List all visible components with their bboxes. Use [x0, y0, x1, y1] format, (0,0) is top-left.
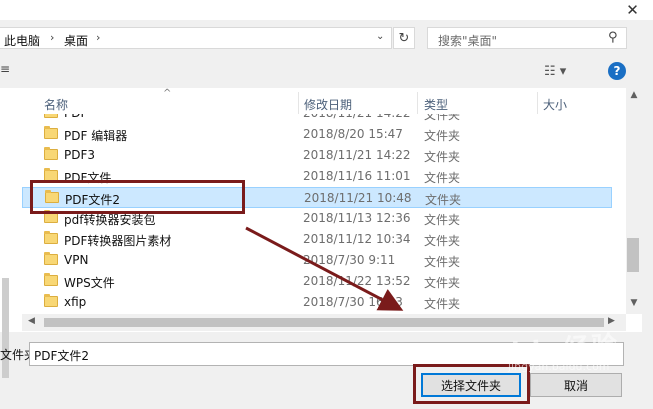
- watermark-url: jingyan.baidu.com: [508, 360, 610, 373]
